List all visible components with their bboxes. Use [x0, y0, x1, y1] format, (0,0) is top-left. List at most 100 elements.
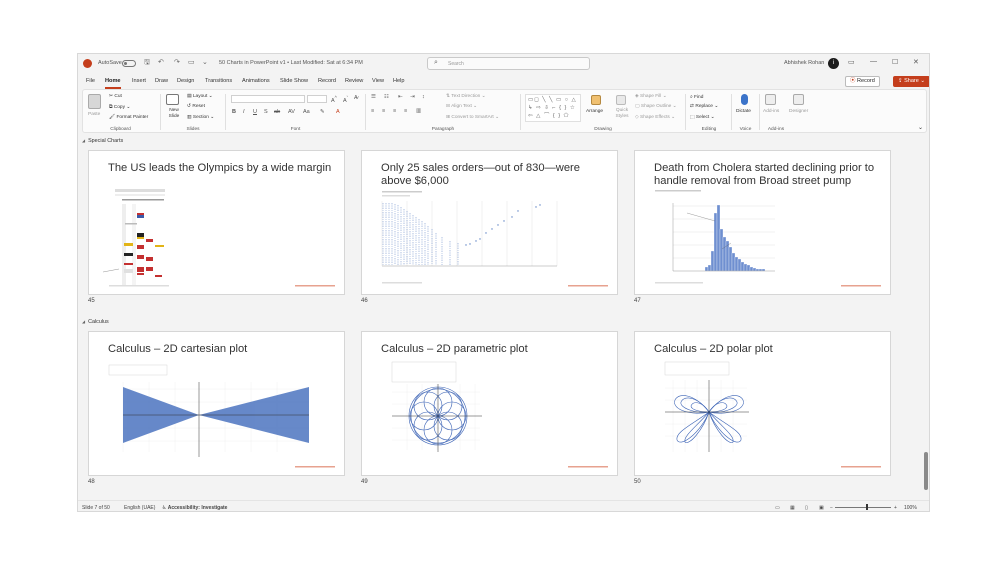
add-ins-button[interactable]: Add-ins: [763, 109, 779, 114]
format-painter-button[interactable]: 🖌 Format Painter: [109, 115, 148, 120]
increase-font-icon[interactable]: A^: [331, 95, 337, 104]
section-header-special-charts[interactable]: ◢ Special Charts: [82, 138, 123, 144]
share-button[interactable]: ⇪ Share ⌄: [893, 76, 929, 87]
zoom-slider-thumb[interactable]: [866, 504, 868, 510]
slide-thumbnail-48[interactable]: Calculus – 2D cartesian plot: [88, 331, 345, 476]
new-slide-icon[interactable]: [166, 94, 179, 105]
align-center-icon[interactable]: ≡: [382, 108, 385, 114]
convert-smartart-button[interactable]: ⊞ Convert to SmartArt ⌄: [446, 115, 499, 120]
designer-button[interactable]: Designer: [789, 109, 808, 114]
strikethrough-icon[interactable]: ab: [274, 109, 280, 115]
shapes-gallery[interactable]: ▭◻ ╲ ╲ ▭ ○ △ ↳ ⇨ ⇩ ⌐ { } ☆ ⇦ △ ⌒ { } ⬠: [525, 94, 581, 122]
zoom-out-icon[interactable]: −: [830, 505, 833, 511]
tab-design[interactable]: Design: [177, 78, 194, 84]
zoom-level[interactable]: 100%: [904, 505, 917, 511]
font-name-combo[interactable]: [231, 95, 305, 103]
copy-button[interactable]: ⧉ Copy ⌄: [109, 104, 130, 110]
bold-icon[interactable]: B: [232, 109, 236, 115]
layout-button[interactable]: ▤ Layout ⌄: [187, 94, 213, 99]
maximize-icon[interactable]: ☐: [892, 58, 898, 66]
slide-sorter-view-icon[interactable]: ▦: [790, 505, 795, 511]
arrange-button[interactable]: Arrange: [586, 109, 603, 114]
italic-icon[interactable]: I: [243, 109, 245, 115]
select-button[interactable]: ⬚ Select ⌄: [690, 115, 715, 120]
cut-button[interactable]: ✂ Cut: [109, 94, 122, 99]
character-spacing-icon[interactable]: AV: [288, 109, 295, 115]
font-color-icon[interactable]: A: [336, 109, 340, 115]
designer-icon[interactable]: [793, 94, 804, 105]
save-icon[interactable]: 🖫: [144, 58, 150, 69]
present-icon[interactable]: ▭: [188, 58, 195, 66]
replace-button[interactable]: ⇄ Replace ⌄: [690, 104, 718, 109]
tab-file[interactable]: File: [86, 78, 95, 84]
language-status[interactable]: English (UAE): [124, 505, 155, 511]
zoom-in-icon[interactable]: +: [894, 505, 897, 511]
tab-insert[interactable]: Insert: [132, 78, 146, 84]
add-ins-icon[interactable]: [765, 94, 776, 105]
justify-icon[interactable]: ≡: [404, 108, 407, 114]
slide-thumbnail-47[interactable]: Death from Cholera started declining pri…: [634, 150, 891, 295]
font-size-combo[interactable]: [307, 95, 327, 103]
quick-styles-icon[interactable]: [616, 95, 626, 105]
slideshow-view-icon[interactable]: ▣: [819, 505, 824, 511]
change-case-icon[interactable]: Aa: [303, 109, 310, 115]
user-name[interactable]: Abhishek Rohan: [784, 60, 824, 66]
paste-button[interactable]: Paste: [88, 112, 100, 117]
underline-icon[interactable]: U: [253, 109, 257, 115]
bullets-icon[interactable]: ☰: [371, 94, 376, 100]
microphone-icon[interactable]: [741, 94, 748, 105]
normal-view-icon[interactable]: ▭: [775, 505, 780, 511]
tab-transitions[interactable]: Transitions: [205, 78, 232, 84]
align-text-button[interactable]: ⊟ Align Text ⌄: [446, 104, 477, 109]
avatar[interactable]: i: [828, 58, 839, 69]
slide-thumbnail-49[interactable]: Calculus – 2D parametric plot: [361, 331, 618, 476]
collapse-section-icon[interactable]: ◢: [82, 319, 85, 324]
minimize-icon[interactable]: —: [870, 58, 877, 65]
quick-styles-button[interactable]: Quick Styles: [612, 108, 632, 120]
tab-draw[interactable]: Draw: [155, 78, 168, 84]
search-box[interactable]: ⌕ Search: [427, 57, 590, 70]
collapse-section-icon[interactable]: ◢: [82, 138, 85, 143]
accessibility-status[interactable]: ♿ Accessibility: Investigate: [162, 505, 227, 511]
clear-formatting-icon[interactable]: A̷: [354, 95, 358, 101]
new-slide-button[interactable]: New Slide: [166, 108, 182, 120]
tab-record[interactable]: Record: [318, 78, 336, 84]
decrease-indent-icon[interactable]: ⇤: [398, 94, 403, 100]
tab-animations[interactable]: Animations: [242, 78, 270, 84]
shape-fill-button[interactable]: ◈ Shape Fill ⌄: [635, 94, 667, 99]
record-button[interactable]: ⦿ Record: [845, 76, 880, 87]
zoom-slider[interactable]: [835, 507, 891, 508]
increase-indent-icon[interactable]: ⇥: [410, 94, 415, 100]
find-button[interactable]: ⌕ Find: [690, 94, 703, 100]
collapse-ribbon-icon[interactable]: ⌄: [918, 124, 923, 131]
slide-thumbnail-45[interactable]: The US leads the Olympics by a wide marg…: [88, 150, 345, 295]
scrollbar-thumb[interactable]: [924, 452, 928, 490]
redo-icon[interactable]: ↷: [174, 58, 180, 66]
ribbon-display-icon[interactable]: ▭: [848, 58, 855, 66]
align-right-icon[interactable]: ≡: [393, 108, 396, 114]
highlight-icon[interactable]: ✎: [320, 109, 325, 115]
slide-thumbnail-50[interactable]: Calculus – 2D polar plot: [634, 331, 891, 476]
shape-effects-button[interactable]: ◇ Shape Effects ⌄: [635, 115, 675, 120]
undo-icon[interactable]: ↶: [158, 58, 164, 66]
section-header-calculus[interactable]: ◢ Calculus: [82, 319, 109, 325]
dictate-button[interactable]: Dictate: [736, 109, 751, 114]
line-spacing-icon[interactable]: ↕: [422, 94, 425, 100]
vertical-scrollbar[interactable]: [923, 134, 929, 499]
shadow-icon[interactable]: S: [264, 109, 268, 115]
text-direction-button[interactable]: ⇅ Text Direction ⌄: [446, 94, 486, 99]
tab-review[interactable]: Review: [345, 78, 363, 84]
decrease-font-icon[interactable]: Aˇ: [343, 95, 348, 104]
columns-icon[interactable]: ▥: [416, 108, 421, 114]
arrange-icon[interactable]: [591, 95, 601, 105]
align-left-icon[interactable]: ≡: [371, 108, 374, 114]
shape-outline-button[interactable]: ▢ Shape Outline ⌄: [635, 104, 677, 109]
slide-thumbnail-46[interactable]: Only 25 sales orders—out of 830—were abo…: [361, 150, 618, 295]
paste-icon[interactable]: [88, 94, 101, 109]
numbering-icon[interactable]: ☷: [384, 94, 389, 100]
reading-view-icon[interactable]: ▯: [805, 505, 808, 511]
reset-button[interactable]: ↺ Reset: [187, 104, 205, 109]
tab-view[interactable]: View: [372, 78, 384, 84]
close-icon[interactable]: ✕: [913, 58, 919, 66]
tab-slide-show[interactable]: Slide Show: [280, 78, 308, 84]
